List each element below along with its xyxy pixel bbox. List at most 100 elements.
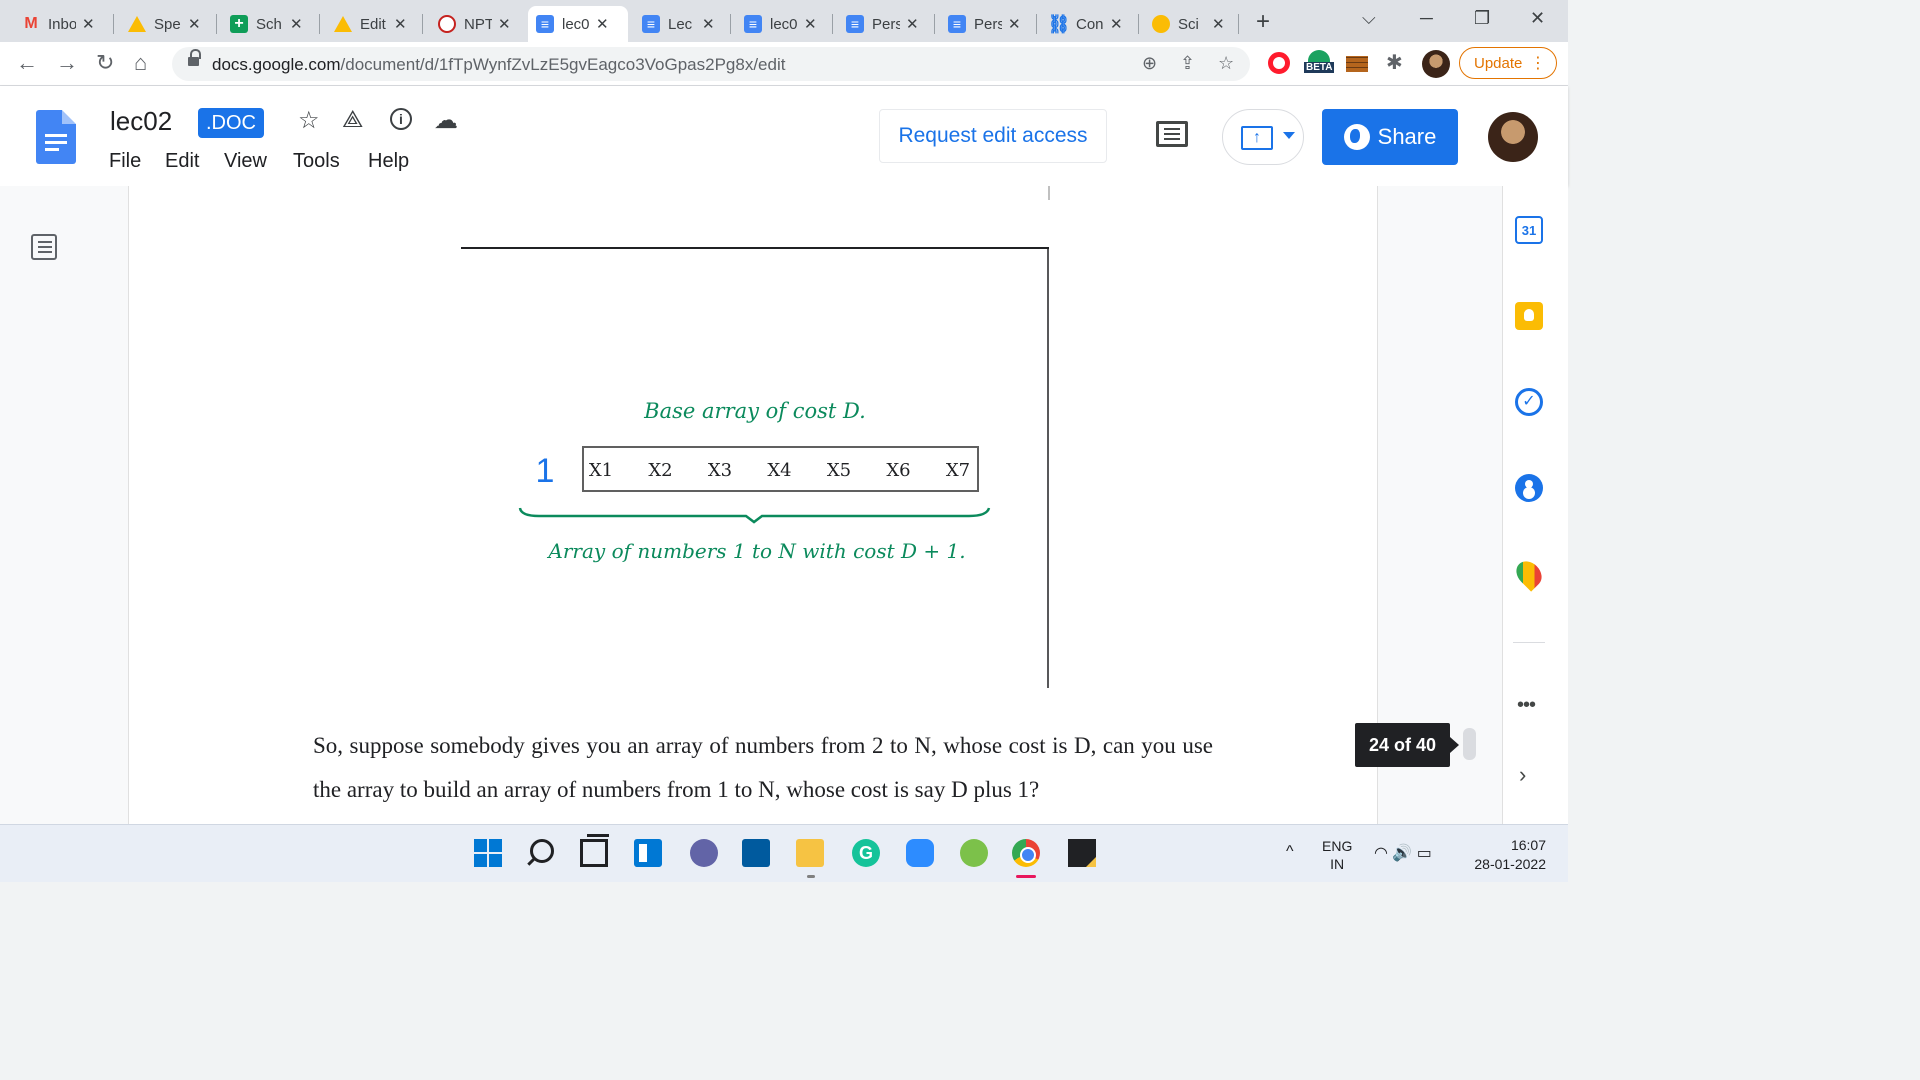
menu-file[interactable]: File — [109, 150, 141, 173]
tray-chevron-up-icon[interactable]: ^ — [1286, 843, 1294, 861]
restore-icon[interactable]: ❐ — [1474, 8, 1490, 29]
close-icon[interactable]: ✕ — [596, 15, 609, 33]
beta-label: BETA — [1304, 62, 1334, 73]
tab-lec02-active[interactable]: lec0 ✕ — [528, 6, 628, 42]
tab-separator — [1238, 14, 1239, 34]
reload-icon[interactable]: ↻ — [96, 50, 114, 76]
share-button[interactable]: Share — [1322, 109, 1458, 165]
bookmark-star-icon[interactable]: ☆ — [1218, 53, 1234, 74]
tab-drive-spe[interactable]: Spe ✕ — [120, 6, 209, 42]
tab-nptel[interactable]: NPT ✕ — [430, 6, 519, 42]
forward-arrow-icon[interactable]: → — [56, 50, 78, 76]
search-icon[interactable] — [530, 839, 554, 863]
beta-extension-icon[interactable]: BETA — [1304, 50, 1334, 78]
contacts-icon[interactable] — [1515, 474, 1543, 502]
menu-view[interactable]: View — [224, 150, 267, 173]
green-app-icon[interactable] — [960, 839, 988, 867]
scrollbar-thumb[interactable] — [1463, 728, 1476, 760]
tab-pers-1[interactable]: Pers ✕ — [838, 6, 927, 42]
url-text[interactable]: docs.google.com/document/d/1fTpWynfZvLzE… — [212, 55, 785, 75]
zoom-icon[interactable]: ⊕ — [1142, 53, 1157, 74]
maps-icon[interactable] — [1511, 556, 1547, 592]
clock[interactable]: 16:07 28-01-2022 — [1466, 836, 1546, 874]
tab-lec[interactable]: Lec ✕ — [634, 6, 723, 42]
system-tray[interactable]: ◠ 🔊 ▭ — [1374, 843, 1432, 863]
zoom-app-icon[interactable] — [906, 839, 934, 867]
volume-icon[interactable]: 🔊 — [1392, 845, 1412, 862]
tab-sci[interactable]: Sci ✕ — [1144, 6, 1233, 42]
drive-icon — [334, 16, 352, 32]
update-button[interactable]: Update ⋮ — [1459, 47, 1557, 79]
close-icon[interactable]: ✕ — [188, 15, 201, 33]
wifi-icon[interactable]: ◠ — [1374, 845, 1388, 862]
profile-avatar[interactable] — [1422, 50, 1450, 78]
tab-lec0[interactable]: lec0 ✕ — [736, 6, 825, 42]
minimize-icon[interactable]: ─ — [1420, 8, 1433, 29]
close-icon[interactable]: ✕ — [1008, 15, 1021, 33]
document-title[interactable]: lec02 — [110, 106, 172, 137]
body-paragraph[interactable]: So, suppose somebody gives you an array … — [313, 724, 1213, 812]
file-explorer-icon[interactable] — [796, 839, 824, 867]
docs-logo-icon[interactable] — [36, 110, 76, 164]
address-bar[interactable]: docs.google.com/document/d/1fTpWynfZvLzE… — [172, 47, 1250, 81]
more-horiz-icon[interactable]: ••• — [1517, 694, 1536, 717]
close-icon[interactable]: ✕ — [82, 15, 95, 33]
opera-extension-icon[interactable] — [1268, 52, 1290, 74]
close-icon[interactable]: ✕ — [702, 15, 715, 33]
language-indicator[interactable]: ENG IN — [1322, 837, 1352, 873]
keep-icon[interactable] — [1515, 302, 1543, 330]
chrome-icon[interactable] — [1012, 839, 1040, 867]
request-edit-access-button[interactable]: Request edit access — [879, 109, 1107, 163]
tab-con[interactable]: ⛓ Con ✕ — [1042, 6, 1131, 42]
present-button[interactable]: ↑ — [1222, 109, 1304, 165]
docs-icon — [948, 15, 966, 33]
tab-sheets[interactable]: Sch ✕ — [222, 6, 311, 42]
brick-extension-icon[interactable] — [1346, 56, 1368, 72]
windows-start-icon[interactable] — [474, 839, 502, 867]
battery-icon[interactable]: ▭ — [1417, 845, 1432, 862]
close-icon[interactable]: ✕ — [906, 15, 919, 33]
document-outline-icon[interactable] — [31, 234, 57, 260]
close-icon[interactable]: ✕ — [290, 15, 303, 33]
back-arrow-icon[interactable]: ← — [16, 50, 38, 76]
account-avatar[interactable] — [1488, 112, 1538, 162]
more-vert-icon: ⋮ — [1530, 55, 1546, 72]
grammarly-icon[interactable]: G — [852, 839, 880, 867]
widgets-icon[interactable] — [634, 839, 662, 867]
tab-pers-2[interactable]: Pers ✕ — [940, 6, 1029, 42]
home-icon[interactable]: ⌂ — [134, 50, 147, 76]
tasks-icon[interactable]: ✓ — [1515, 388, 1543, 416]
add-shortcut-drive-icon[interactable]: ⟁ — [342, 106, 363, 134]
star-icon[interactable]: ☆ — [298, 106, 320, 135]
close-icon[interactable]: ✕ — [1212, 15, 1225, 33]
document-canvas[interactable]: Base array of cost D. 1 X1 X2 X3 X4 X5 X6 X7 A… — [0, 186, 1502, 824]
info-icon[interactable]: i — [390, 108, 412, 130]
close-icon[interactable]: ✕ — [394, 15, 407, 33]
tab-separator — [216, 14, 217, 34]
cloud-status-icon[interactable]: ☁ — [434, 106, 458, 135]
new-tab-button[interactable]: + — [1256, 8, 1276, 36]
close-icon[interactable]: ✕ — [498, 15, 511, 33]
task-view-icon[interactable] — [580, 834, 609, 867]
calendar-icon[interactable]: 31 — [1515, 216, 1543, 244]
menu-edit[interactable]: Edit — [165, 150, 199, 173]
share-page-icon[interactable]: ⇪ — [1180, 53, 1195, 74]
window-close-icon[interactable]: ✕ — [1530, 8, 1545, 29]
tab-gmail[interactable]: M Inbox ✕ — [14, 6, 103, 42]
store-icon[interactable] — [742, 839, 770, 867]
running-indicator — [807, 875, 815, 878]
comment-history-icon[interactable] — [1156, 121, 1188, 147]
tab-search-chevron-icon[interactable]: ⌵ — [1362, 8, 1376, 29]
sticky-notes-icon[interactable] — [1068, 839, 1096, 867]
tab-title: Spe — [154, 15, 181, 33]
chevron-right-icon[interactable]: › — [1519, 762, 1526, 788]
close-icon[interactable]: ✕ — [804, 15, 817, 33]
close-icon[interactable]: ✕ — [1110, 15, 1123, 33]
menu-tools[interactable]: Tools — [293, 150, 340, 173]
menu-help[interactable]: Help — [368, 150, 409, 173]
extensions-puzzle-icon[interactable]: ✱ — [1386, 50, 1403, 75]
teams-chat-icon[interactable] — [690, 839, 718, 867]
document-page[interactable]: Base array of cost D. 1 X1 X2 X3 X4 X5 X6 X7 A… — [128, 186, 1378, 824]
lock-icon[interactable] — [188, 49, 201, 68]
tab-drive-edit[interactable]: Edit ✕ — [326, 6, 415, 42]
